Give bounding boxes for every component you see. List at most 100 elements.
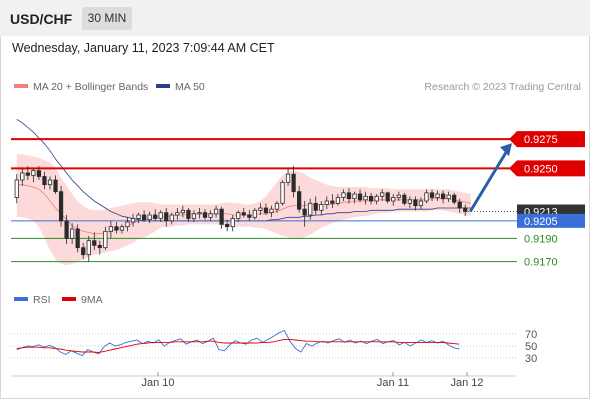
candle-body	[213, 208, 219, 215]
candle-body	[97, 244, 102, 249]
candle-body	[429, 192, 435, 198]
x-tick-label-2: Jan 12	[450, 377, 483, 389]
candle-body	[119, 226, 125, 231]
rsi-legend-label-1: 9MA	[81, 294, 103, 306]
candle-body	[164, 212, 169, 222]
candle-body	[14, 179, 19, 198]
candle-body	[363, 195, 368, 201]
candle-body	[269, 208, 274, 214]
projection-arrow	[468, 148, 510, 213]
candle-body	[141, 214, 147, 221]
candle-body	[368, 195, 374, 202]
candle-body	[291, 173, 296, 193]
legend-label-1: MA 50	[175, 81, 205, 93]
rsi-tick-label-70: 70	[525, 329, 537, 341]
candle-body	[202, 212, 208, 218]
chart-canvas: MA 20 + Bollinger Bands MA 50 Research © 2…	[11, 81, 585, 389]
candle-body	[252, 209, 257, 218]
candle-body	[158, 212, 163, 219]
candle-body	[36, 170, 42, 177]
level-label-4: 0.9190	[524, 233, 558, 245]
candle-body	[263, 207, 269, 214]
candle-body	[175, 212, 180, 216]
candle-body	[103, 230, 108, 249]
candle-body	[346, 192, 352, 200]
candle-body	[147, 214, 152, 221]
candle-body	[219, 208, 224, 225]
candle-body	[302, 208, 307, 216]
candle-body	[191, 213, 197, 219]
candle-body	[58, 191, 64, 222]
candle-body	[457, 201, 462, 209]
candle-body	[357, 193, 363, 201]
candle-body	[70, 228, 75, 239]
level-label-5: 0.9170	[524, 257, 558, 269]
candle-body	[452, 194, 457, 203]
legend-swatch-1	[156, 84, 170, 88]
candle-body	[92, 240, 97, 246]
candle-body	[324, 200, 329, 205]
candle-body	[31, 170, 36, 176]
candle-body	[247, 214, 252, 218]
level-label-0: 0.9275	[524, 134, 558, 146]
x-tick-label-0: Jan 10	[141, 377, 174, 389]
candle-body	[274, 202, 280, 210]
rsi-tick-label-30: 30	[525, 353, 537, 365]
candle-body	[308, 202, 313, 216]
candle-body	[391, 197, 396, 202]
x-tick-label-1: Jan 11	[377, 377, 409, 389]
candle-body	[319, 204, 324, 211]
candle-body	[208, 213, 213, 218]
candle-body	[180, 209, 185, 214]
candle-body	[285, 173, 291, 183]
candle-body	[407, 199, 412, 204]
candle-body	[330, 200, 335, 204]
candle-body	[125, 221, 130, 228]
candle-body	[435, 193, 440, 198]
candle-body	[446, 194, 451, 200]
candle-body	[280, 181, 285, 204]
candle-body	[241, 212, 246, 216]
candle-body	[352, 193, 357, 200]
candle-body	[75, 228, 80, 249]
candle-body	[225, 223, 230, 228]
candle-body	[385, 192, 390, 202]
candle-body	[108, 226, 114, 232]
legend-swatch-0	[14, 84, 28, 88]
candle-body	[335, 197, 341, 204]
candle-body	[20, 172, 25, 181]
candle-body	[402, 194, 407, 204]
candle-body	[418, 200, 424, 207]
candle-body	[341, 192, 346, 198]
candle-body	[81, 247, 86, 256]
candle-body	[463, 207, 468, 212]
level-label-3: 0.9205	[524, 216, 558, 228]
candle-body	[396, 194, 401, 198]
candle-body	[169, 214, 174, 222]
rsi-legend-swatch-0	[14, 297, 28, 301]
candle-body	[186, 209, 191, 219]
candle-body	[47, 179, 53, 186]
candle-body	[380, 192, 385, 197]
candle-body	[25, 172, 30, 176]
candle-body	[230, 218, 235, 228]
candle-body	[53, 179, 58, 193]
candle-body	[258, 207, 263, 211]
rsi-tick-label-50: 50	[525, 341, 537, 353]
candle-body	[153, 214, 158, 219]
candle-body	[413, 199, 418, 207]
candle-body	[313, 202, 318, 211]
candle-body	[440, 193, 446, 200]
legend-label-0: MA 20 + Bollinger Bands	[33, 81, 148, 93]
rsi-legend-label-0: RSI	[33, 294, 51, 306]
candle-body	[297, 191, 302, 210]
candle-body	[424, 192, 429, 202]
candle-body	[374, 195, 379, 202]
candle-body	[114, 226, 119, 231]
candle-body	[42, 176, 47, 186]
candle-body	[130, 218, 136, 223]
candle-body	[236, 212, 241, 219]
candle-body	[86, 240, 91, 256]
level-label-1: 0.9250	[524, 163, 558, 175]
candle-body	[197, 212, 202, 215]
